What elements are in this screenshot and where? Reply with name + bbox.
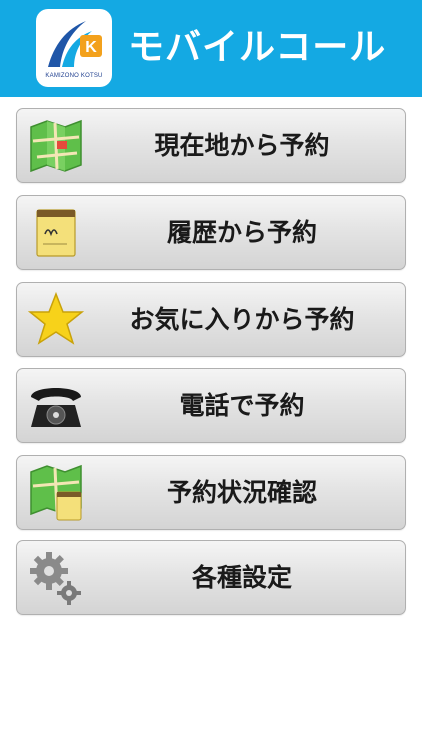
menu-label: お気に入りから予約 [129,305,355,334]
map-with-note-icon [27,464,85,522]
menu-label: 現在地から予約 [154,131,330,160]
reserve-from-history-button[interactable]: 履歴から予約 [16,195,406,270]
company-logo: K KAMIZONO KOTSU [36,9,112,87]
gear-icon [27,549,85,607]
reservation-status-button[interactable]: 予約状況確認 [16,455,406,530]
app-title: モバイルコール [128,27,387,68]
reserve-by-phone-button[interactable]: 電話で予約 [16,368,406,443]
app-header: K KAMIZONO KOTSU モバイルコール [0,0,422,97]
telephone-icon [27,377,85,435]
menu-label: 電話で予約 [179,391,305,420]
star-icon [27,291,85,349]
settings-button[interactable]: 各種設定 [16,540,406,615]
menu-label: 履歴から予約 [166,218,317,247]
map-icon [27,117,85,175]
reserve-from-favorites-button[interactable]: お気に入りから予約 [16,282,406,357]
logo-caption: KAMIZONO KOTSU [45,73,103,79]
notepad-icon [27,204,85,262]
menu-label: 予約状況確認 [166,478,317,507]
svg-text:K: K [85,39,97,56]
reserve-from-current-location-button[interactable]: 現在地から予約 [16,108,406,183]
menu-label: 各種設定 [191,563,292,592]
